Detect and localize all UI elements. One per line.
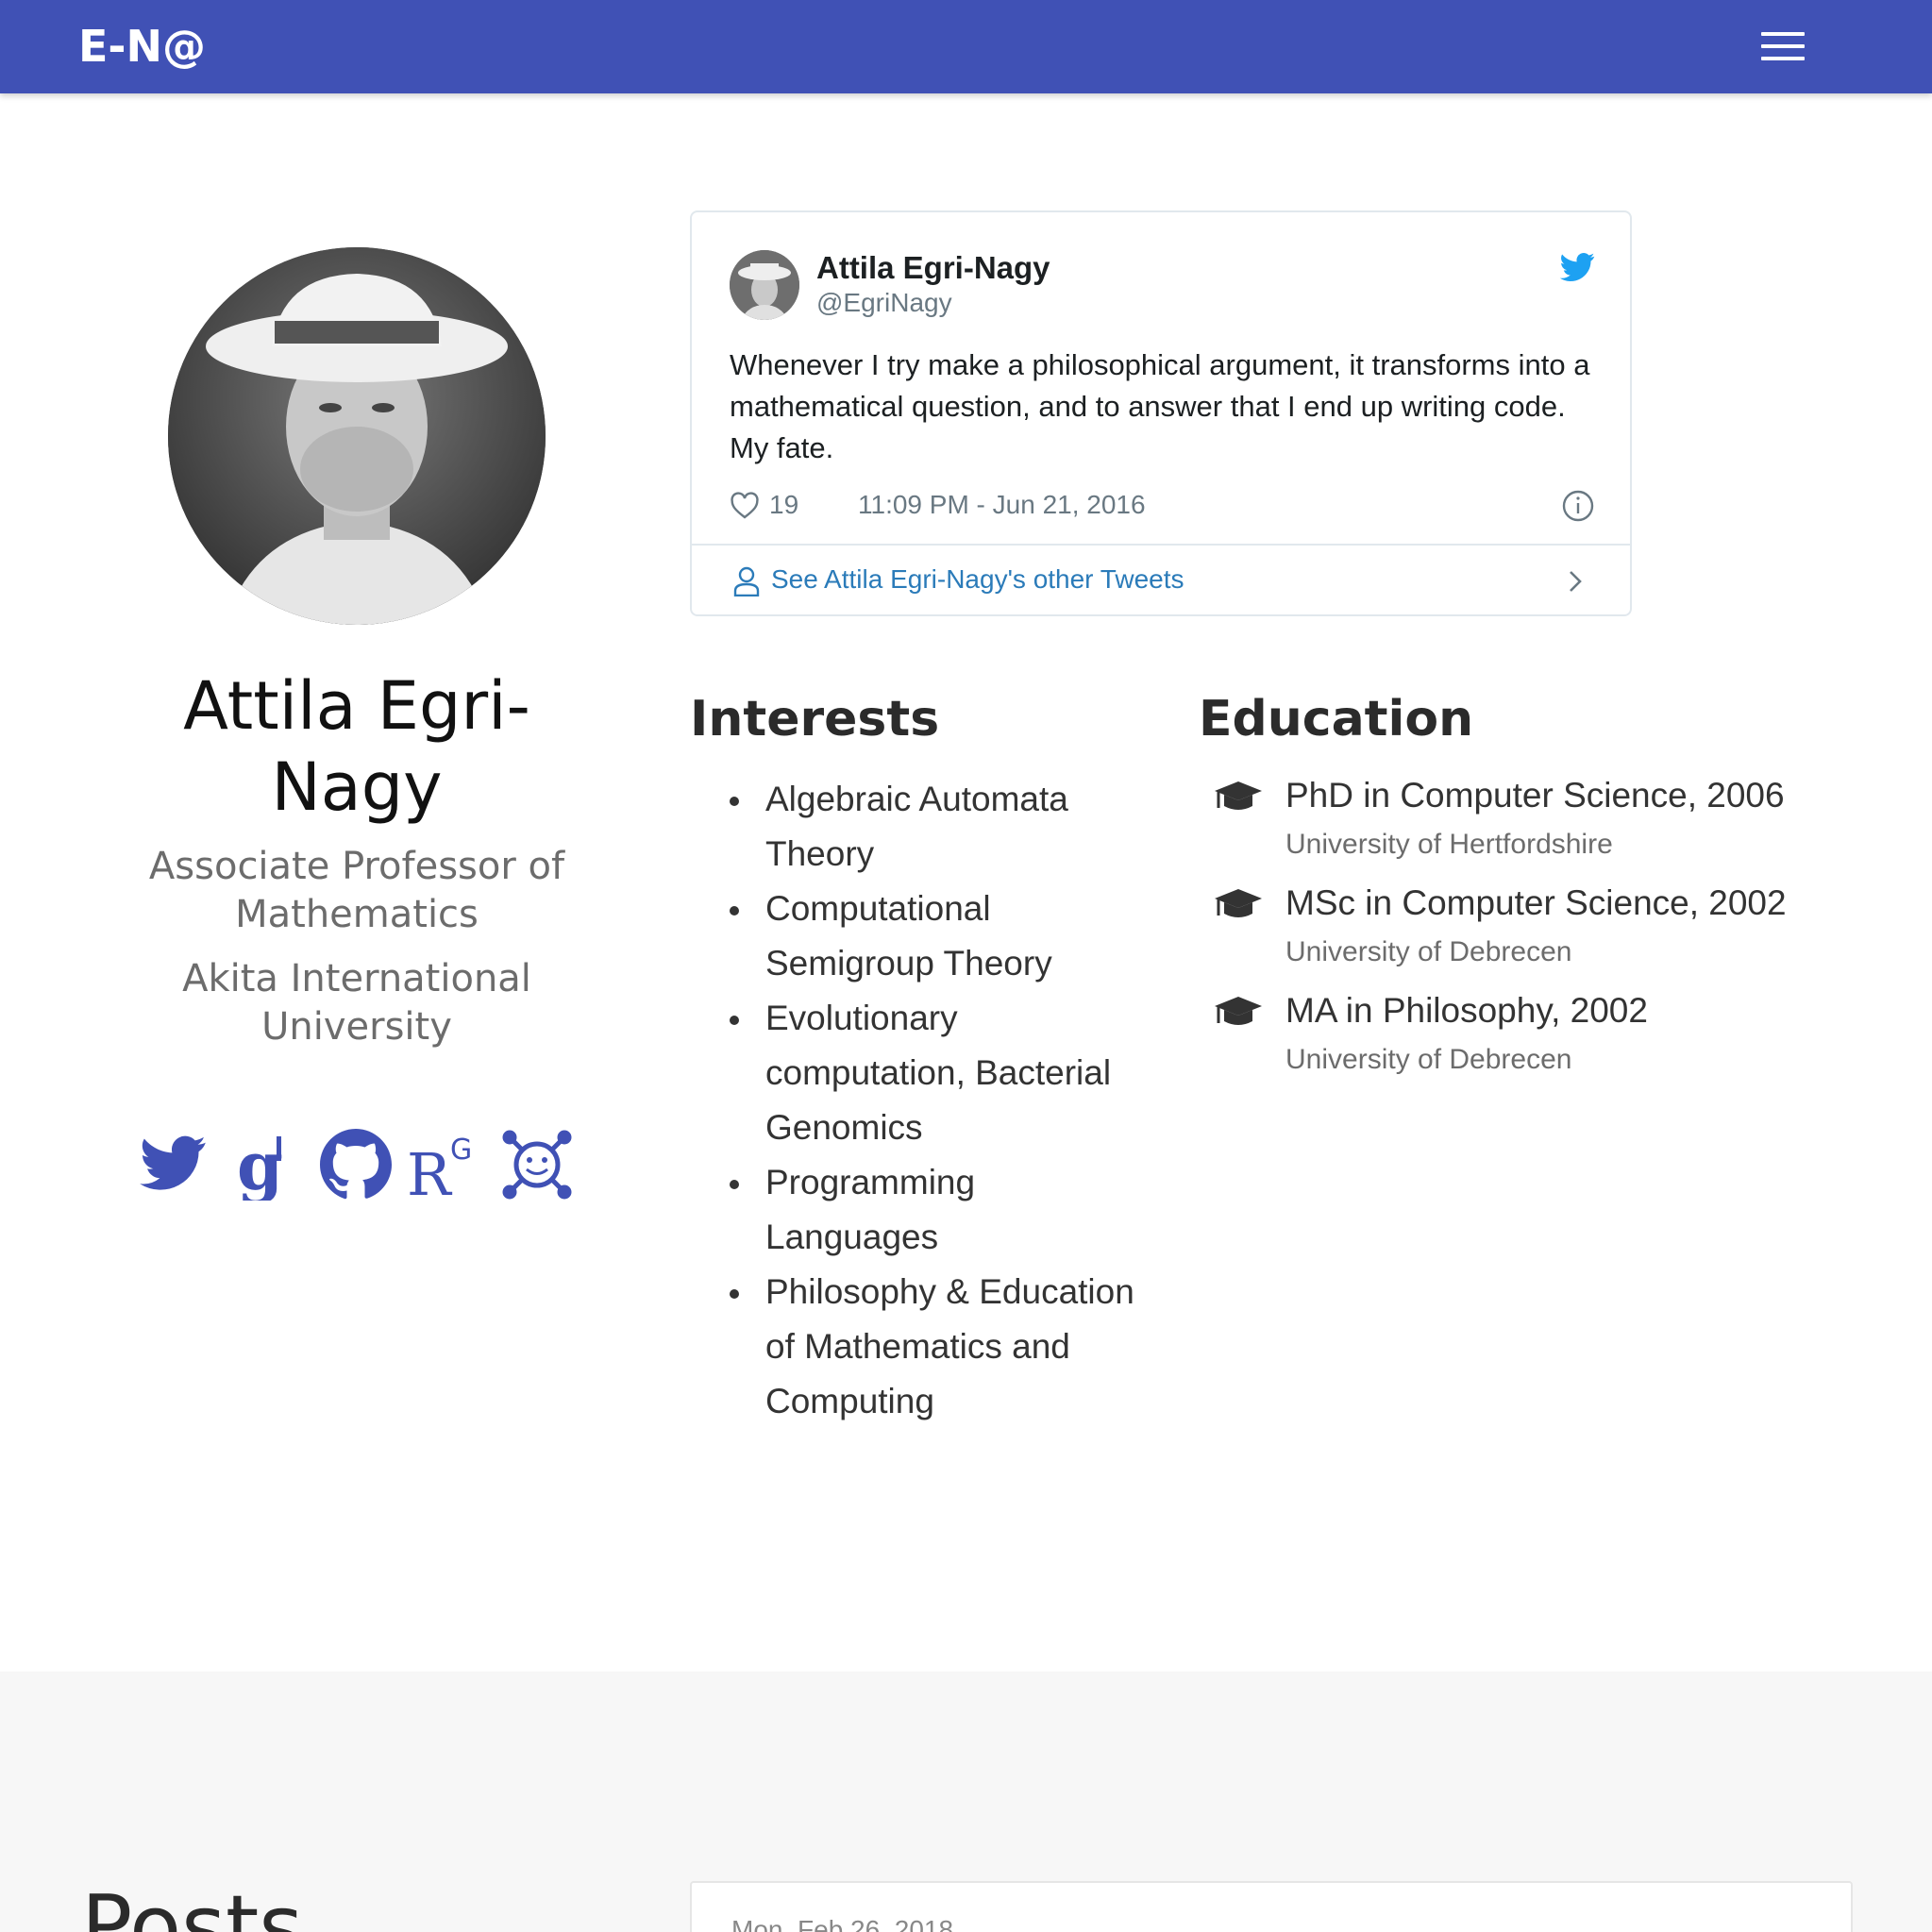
education-degree: PhD in Computer Science, 2006: [1285, 776, 1785, 815]
post-card[interactable]: Mon, Feb 26, 2018: [690, 1881, 1853, 1932]
researchgate-icon[interactable]: R G: [407, 1129, 479, 1209]
github-icon[interactable]: [320, 1129, 392, 1201]
skull-crossbones-icon[interactable]: [501, 1129, 573, 1201]
top-navbar: E-N@: [0, 0, 1932, 93]
tweet-author-name[interactable]: Attila Egri-Nagy: [816, 250, 1050, 286]
heart-icon[interactable]: [730, 492, 760, 520]
education-school: University of Hertfordshire: [1285, 829, 1613, 860]
graduation-cap-icon: [1215, 997, 1262, 1025]
interest-item: Evolutionary computation, Bacterial Geno…: [730, 991, 1143, 1155]
education-heading: Education: [1199, 691, 1474, 748]
interest-item: Computational Semigroup Theory: [730, 882, 1143, 991]
profile-organization: Akita International University: [182, 957, 531, 1049]
tweet-text: Whenever I try make a philosophical argu…: [730, 348, 1590, 464]
user-icon: [733, 566, 760, 596]
posts-section: Posts Mon, Feb 26, 2018: [0, 1672, 1932, 1932]
tweet-author-handle[interactable]: @EgriNagy: [816, 288, 952, 318]
site-brand[interactable]: E-N@: [78, 21, 206, 72]
see-other-tweets-label: See Attila Egri-Nagy's other Tweets: [771, 564, 1184, 594]
education-degree: MA in Philosophy, 2002: [1285, 991, 1648, 1030]
twitter-icon[interactable]: [137, 1129, 209, 1201]
embedded-tweet[interactable]: Attila Egri-Nagy @EgriNagy Whenever I tr…: [690, 210, 1632, 616]
twitter-bird-icon[interactable]: [1558, 252, 1596, 284]
see-other-tweets-link[interactable]: See Attila Egri-Nagy's other Tweets: [692, 546, 1630, 614]
interests-heading: Interests: [690, 691, 940, 748]
info-icon[interactable]: [1561, 489, 1595, 523]
interests-list: Algebraic Automata Theory Computational …: [730, 772, 1143, 1429]
svg-text:R: R: [407, 1140, 453, 1201]
interest-item: Philosophy & Education of Mathematics an…: [730, 1265, 1143, 1429]
interest-item: Algebraic Automata Theory: [730, 772, 1143, 882]
google-scholar-icon[interactable]: g: [227, 1127, 299, 1205]
chevron-right-icon: [1570, 571, 1582, 592]
graduation-cap-icon: [1215, 781, 1262, 810]
education-school: University of Debrecen: [1285, 936, 1572, 967]
posts-heading: Posts: [81, 1877, 304, 1932]
post-date: Mon, Feb 26, 2018: [731, 1915, 954, 1932]
graduation-cap-icon: [1215, 889, 1262, 917]
education-degree: MSc in Computer Science, 2002: [1285, 883, 1787, 922]
social-links: g R G: [137, 1127, 580, 1209]
interest-item: Programming Languages: [730, 1155, 1143, 1265]
profile-avatar: [168, 247, 546, 625]
tweet-datetime[interactable]: 11:09 PM - Jun 21, 2016: [858, 490, 1146, 520]
svg-text:g: g: [237, 1129, 283, 1201]
svg-text:G: G: [450, 1134, 472, 1167]
profile-role: Associate Professor of Mathematics: [148, 845, 565, 936]
profile-name: Attila Egri-Nagy: [183, 667, 530, 826]
hamburger-menu-icon[interactable]: [1761, 32, 1805, 60]
tweet-author-avatar[interactable]: [730, 250, 799, 320]
education-school: University of Debrecen: [1285, 1044, 1572, 1075]
tweet-like-count: 19: [769, 490, 799, 519]
